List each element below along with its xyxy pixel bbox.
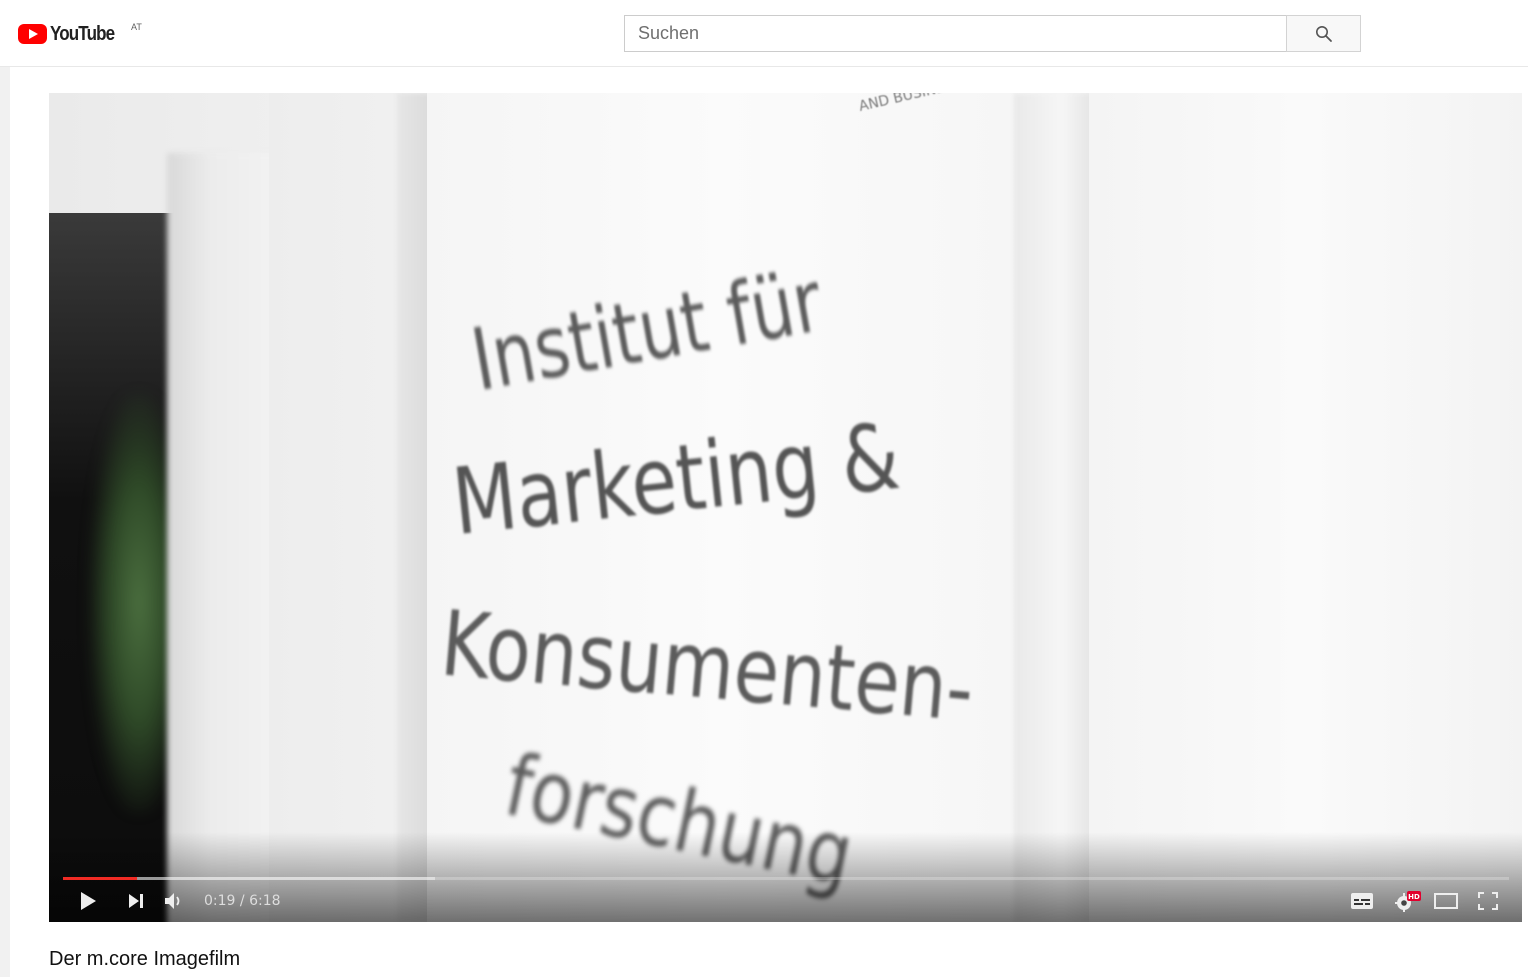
subtitles-icon <box>1351 893 1373 909</box>
hd-badge: HD <box>1408 893 1420 901</box>
video-frame-sign-right-edge <box>1014 93 1094 922</box>
fullscreen-button[interactable] <box>1473 885 1503 917</box>
country-code: AT <box>131 22 142 32</box>
search-button[interactable] <box>1286 15 1361 52</box>
time-display: 0:19 / 6:18 <box>204 885 281 917</box>
time-current: 0:19 <box>204 893 236 909</box>
settings-hd-icon: HD <box>1395 891 1421 912</box>
video-title: Der m.core Imagefilm <box>49 948 241 970</box>
logo-text: YouTube <box>50 23 115 45</box>
subtitles-button[interactable] <box>1347 885 1377 917</box>
player-controls: 0:19 / 6:18 HD <box>49 885 1522 917</box>
search-icon <box>1315 25 1332 42</box>
youtube-play-logo-icon <box>18 24 47 44</box>
time-duration: 6:18 <box>249 893 281 909</box>
next-button[interactable] <box>121 885 151 917</box>
theater-mode-button[interactable] <box>1431 885 1461 917</box>
fullscreen-icon <box>1478 892 1498 910</box>
volume-icon <box>165 893 180 909</box>
progress-played <box>63 877 137 880</box>
video-player[interactable]: AND BUSINE Institut für Marketing & Kons… <box>49 93 1522 922</box>
youtube-logo[interactable]: YouTube AT <box>18 22 142 45</box>
video-frame-sign-panel <box>427 93 1019 922</box>
search-input[interactable] <box>624 15 1287 52</box>
video-frame-wall-right <box>1089 93 1522 922</box>
volume-button[interactable] <box>159 885 189 917</box>
progress-bar[interactable] <box>63 877 1509 880</box>
masthead: YouTube AT <box>0 0 1528 67</box>
video-frame-door-frame <box>167 153 277 922</box>
settings-button[interactable]: HD <box>1391 885 1425 917</box>
play-button[interactable] <box>73 885 103 917</box>
next-icon <box>129 894 143 908</box>
video-frame: AND BUSINE Institut für Marketing & Kons… <box>49 93 1522 922</box>
theater-mode-icon <box>1434 893 1458 909</box>
time-separator: / <box>239 893 245 909</box>
play-icon <box>81 892 96 910</box>
